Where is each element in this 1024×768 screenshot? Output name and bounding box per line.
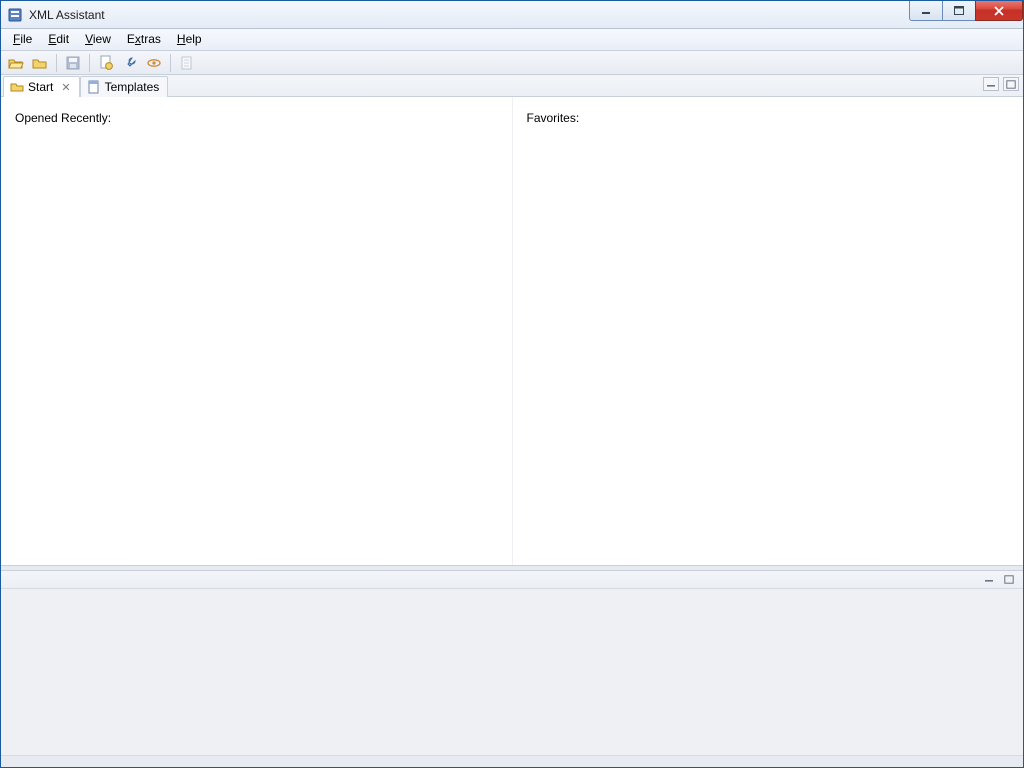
tab-start[interactable]: Start ✕: [3, 76, 80, 97]
eye-icon: [146, 55, 162, 71]
menu-view[interactable]: View: [77, 29, 119, 50]
tab-close-icon[interactable]: ✕: [61, 81, 70, 94]
save-icon: [65, 55, 81, 71]
favorites-label: Favorites:: [527, 111, 1010, 125]
preview-button[interactable]: [143, 53, 165, 73]
document-gear-icon: [98, 55, 114, 71]
close-button[interactable]: [975, 1, 1023, 21]
menu-edit[interactable]: Edit: [40, 29, 77, 50]
start-tab-icon: [10, 80, 24, 94]
toolbar: [1, 51, 1023, 75]
editor-tab-bar: Start ✕ Templates: [1, 75, 1023, 97]
templates-tab-icon: [87, 80, 101, 94]
tab-minimize-button[interactable]: [983, 77, 999, 91]
recent-panel: Opened Recently:: [1, 97, 512, 565]
maximize-button[interactable]: [942, 1, 976, 21]
main-content: Opened Recently: Favorites:: [1, 97, 1023, 565]
menu-extras[interactable]: Extras: [119, 29, 169, 50]
bottom-panel-tab-bar: [1, 571, 1023, 589]
toolbar-separator: [56, 54, 57, 72]
tab-maximize-button[interactable]: [1003, 77, 1019, 91]
tab-label: Start: [28, 80, 53, 94]
tab-templates[interactable]: Templates: [80, 76, 169, 97]
menu-help[interactable]: Help: [169, 29, 210, 50]
folder-icon: [32, 55, 48, 71]
app-icon: [7, 7, 23, 23]
save-button[interactable]: [62, 53, 84, 73]
preferences-button[interactable]: [95, 53, 117, 73]
tools-button[interactable]: [119, 53, 141, 73]
bottom-panel-controls: [981, 572, 1017, 586]
status-bar: [1, 755, 1023, 767]
wrench-icon: [122, 55, 138, 71]
app-window: XML Assistant File Edit View Extras Help: [0, 0, 1024, 768]
recent-label: Opened Recently:: [15, 111, 498, 125]
toolbar-separator: [170, 54, 171, 72]
tab-bar-controls: [983, 77, 1019, 91]
bottom-panel: [1, 571, 1023, 755]
page-icon: [179, 55, 195, 71]
panel-maximize-button[interactable]: [1001, 572, 1017, 586]
new-page-button[interactable]: [176, 53, 198, 73]
window-title: XML Assistant: [29, 8, 105, 22]
open-folder-icon: [8, 55, 24, 71]
open-related-button[interactable]: [29, 53, 51, 73]
minimize-button[interactable]: [909, 1, 943, 21]
title-bar: XML Assistant: [1, 1, 1023, 29]
window-controls: [910, 1, 1023, 21]
menu-bar: File Edit View Extras Help: [1, 29, 1023, 51]
bottom-panel-body: [1, 589, 1023, 755]
panel-minimize-button[interactable]: [981, 572, 997, 586]
favorites-panel: Favorites:: [512, 97, 1024, 565]
open-button[interactable]: [5, 53, 27, 73]
menu-file[interactable]: File: [5, 29, 40, 50]
tab-label: Templates: [105, 80, 160, 94]
toolbar-separator: [89, 54, 90, 72]
